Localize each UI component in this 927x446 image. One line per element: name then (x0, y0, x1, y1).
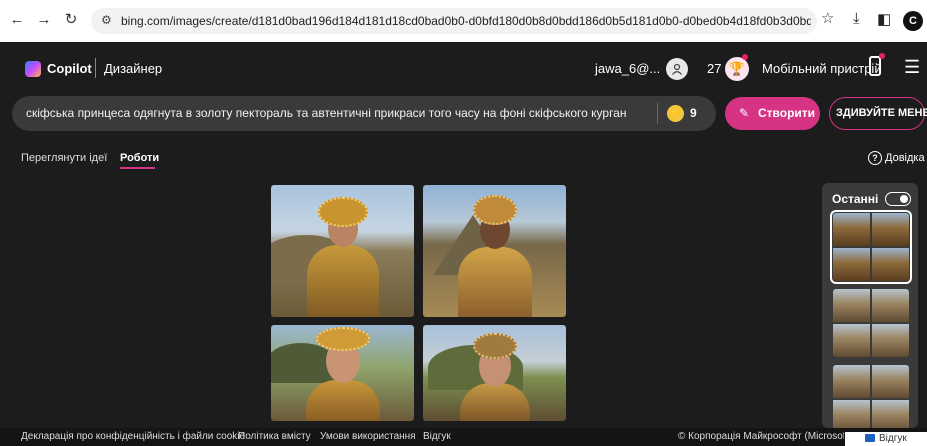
address-bar[interactable]: ⚙ bing.com/images/create/d181d0bad196d18… (91, 8, 817, 34)
footer: Декларація про конфіденційність і файли … (0, 428, 927, 446)
copilot-logo-icon[interactable] (25, 61, 41, 77)
recent-set-1[interactable] (830, 210, 912, 284)
brand-divider (95, 58, 96, 78)
create-brush-icon: ✎ (739, 106, 750, 120)
sidebar-icon[interactable]: ◧ (877, 10, 891, 28)
recent-thumb (872, 213, 909, 246)
bookmark-star-icon[interactable]: ☆ (821, 9, 834, 27)
recent-thumb (872, 400, 909, 428)
recent-thumb (833, 365, 870, 398)
avatar-icon[interactable] (666, 58, 688, 80)
recent-thumb (872, 248, 909, 281)
recent-thumb (872, 324, 909, 357)
recent-thumb (833, 289, 870, 322)
feedback-button[interactable]: Відгук (845, 432, 927, 446)
help-icon[interactable]: ? (868, 151, 882, 165)
recent-set-3[interactable] (833, 365, 909, 428)
mobile-notification-dot (879, 53, 885, 59)
recent-toggle[interactable] (885, 192, 911, 206)
recent-thumb (833, 324, 870, 357)
download-icon[interactable]: ⤓ (853, 10, 860, 27)
app-header: Copilot Дизайнер jawa_6@... 27 🏆 Мобільн… (0, 42, 927, 96)
feedback-link[interactable]: Відгук (423, 431, 451, 442)
create-button[interactable]: ✎ Створити (725, 97, 820, 130)
toggle-knob (900, 195, 908, 203)
prompt-text[interactable]: скіфська принцеса одягнута в золоту пект… (26, 106, 626, 120)
recent-label: Останні (832, 192, 879, 206)
copyright: © Корпорація Майкрософт (Microsoft C (678, 431, 844, 442)
recent-panel: Останні (822, 183, 918, 428)
boost-count: 9 (690, 106, 697, 120)
tab-explore-ideas[interactable]: Переглянути ідеї (21, 152, 107, 164)
site-settings-icon[interactable]: ⚙ (101, 13, 112, 27)
recent-thumb (872, 365, 909, 398)
feedback-button-label: Відгук (879, 433, 907, 444)
url-text[interactable]: bing.com/images/create/d181d0bad196d184d… (121, 14, 811, 28)
generated-image-1[interactable] (271, 185, 414, 317)
mobile-device-link[interactable]: Мобільний пристрій (762, 61, 882, 76)
prompt-divider (657, 103, 658, 124)
generated-image-2[interactable] (423, 185, 566, 317)
help-link[interactable]: Довідка (885, 152, 925, 164)
hamburger-menu-icon[interactable]: ☰ (904, 58, 920, 76)
brand-name[interactable]: Copilot (47, 61, 92, 76)
prompt-input[interactable]: скіфська принцеса одягнута в золоту пект… (12, 96, 716, 131)
active-tab-indicator (120, 167, 155, 169)
tab-creations[interactable]: Роботи (120, 152, 159, 164)
product-name[interactable]: Дизайнер (104, 61, 162, 76)
coins-count: 27 (707, 61, 722, 76)
feedback-icon (865, 434, 875, 442)
generated-image-3[interactable] (271, 325, 414, 421)
recent-thumb (872, 289, 909, 322)
surprise-me-label: ЗДИВУЙТЕ МЕНЕ (836, 107, 927, 119)
phone-icon[interactable] (869, 56, 881, 76)
browser-toolbar: ← → ↻ ⚙ bing.com/images/create/d181d0bad… (0, 0, 927, 42)
user-name[interactable]: jawa_6@... (595, 61, 660, 76)
rewards-trophy-icon[interactable]: 🏆 (725, 57, 749, 81)
recent-set-2[interactable] (833, 289, 909, 357)
content-policy-link[interactable]: Політика вмісту (238, 431, 311, 442)
recent-thumb (833, 213, 870, 246)
terms-link[interactable]: Умови використання (320, 431, 416, 442)
recent-thumb (833, 400, 870, 428)
forward-arrow-icon[interactable]: → (35, 11, 53, 29)
back-arrow-icon[interactable]: ← (8, 11, 26, 29)
recent-thumb (833, 248, 870, 281)
privacy-link[interactable]: Декларація про конфіденційність і файли … (21, 431, 245, 442)
surprise-me-button[interactable]: ЗДИВУЙТЕ МЕНЕ (829, 97, 927, 130)
boost-icon: ⚡ (667, 105, 684, 122)
create-button-label: Створити (758, 106, 816, 120)
reload-icon[interactable]: ↻ (62, 11, 80, 29)
generated-image-4[interactable] (423, 325, 566, 421)
rewards-notification-dot (742, 54, 748, 60)
browser-profile-icon[interactable]: C (903, 11, 923, 31)
